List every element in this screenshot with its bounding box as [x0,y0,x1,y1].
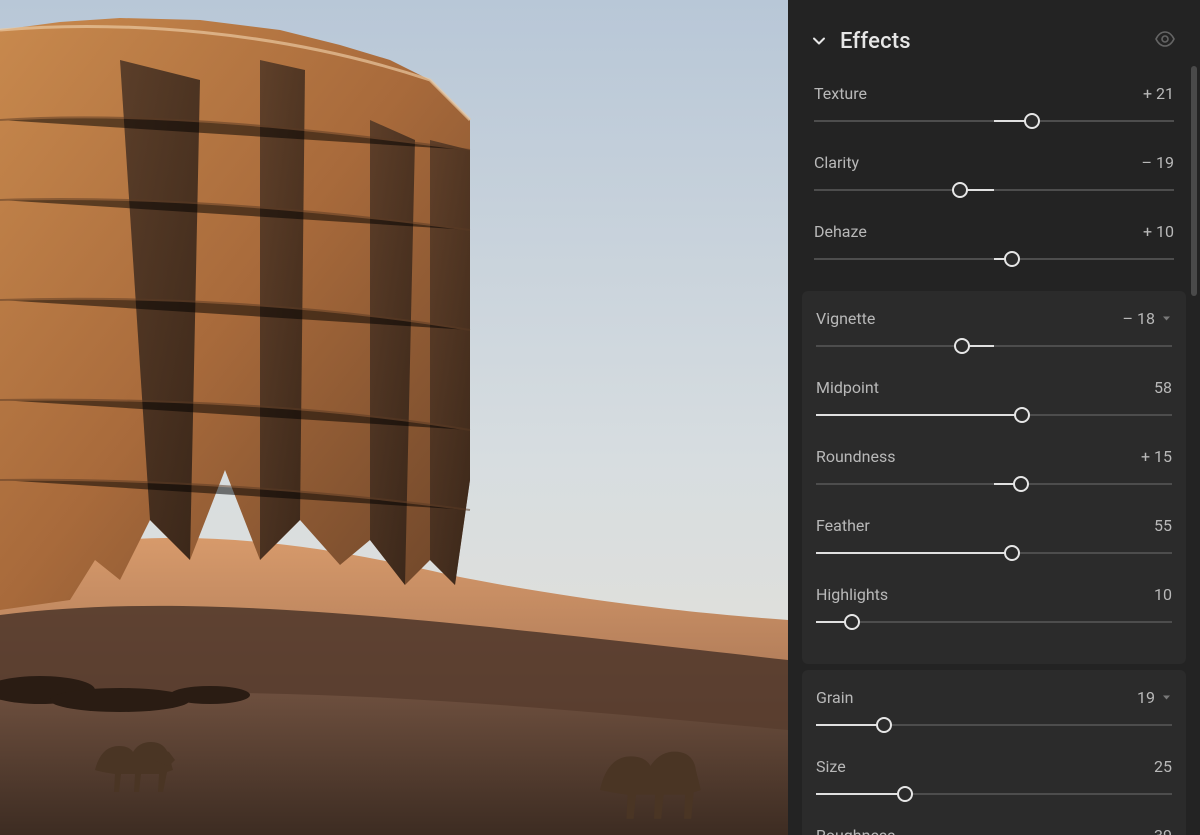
grain-value[interactable]: 19 [1137,688,1172,707]
roundness-slider: Roundness + 15 [812,441,1176,510]
feather-label: Feather [816,516,870,535]
roundness-label: Roundness [816,447,896,466]
texture-thumb[interactable] [1024,113,1040,129]
dehaze-thumb[interactable] [1004,251,1020,267]
highlights-track[interactable] [816,614,1172,630]
grain-slider: Grain 19 [812,682,1176,751]
highlights-slider: Highlights 10 [812,579,1176,648]
roundness-thumb[interactable] [1013,476,1029,492]
vignette-label: Vignette [816,309,875,328]
dehaze-track[interactable] [814,251,1174,267]
effects-panel-header[interactable]: Effects [788,18,1200,78]
chevron-down-icon [812,34,826,48]
midpoint-label: Midpoint [816,378,879,397]
feather-value[interactable]: 55 [1154,516,1172,535]
grain-label: Grain [816,688,853,707]
feather-slider: Feather 55 [812,510,1176,579]
feather-thumb[interactable] [1004,545,1020,561]
caret-down-icon[interactable] [1161,313,1172,324]
highlights-thumb[interactable] [844,614,860,630]
feather-track[interactable] [816,545,1172,561]
size-value[interactable]: 25 [1154,757,1172,776]
roundness-track[interactable] [816,476,1172,492]
scrollbar-thumb[interactable] [1191,66,1197,296]
size-label: Size [816,757,846,776]
clarity-slider: Clarity – 19 [810,147,1178,216]
vignette-thumb[interactable] [954,338,970,354]
roughness-label: Roughness [816,826,895,835]
roughness-value[interactable]: 39 [1154,826,1172,835]
grain-thumb[interactable] [876,717,892,733]
midpoint-thumb[interactable] [1014,407,1030,423]
roundness-value[interactable]: + 15 [1141,447,1172,466]
dehaze-slider: Dehaze + 10 [810,216,1178,285]
highlights-label: Highlights [816,585,888,604]
image-canvas[interactable] [0,0,788,835]
size-slider: Size 25 [812,751,1176,820]
vignette-track[interactable] [816,338,1172,354]
clarity-track[interactable] [814,182,1174,198]
visibility-toggle-icon[interactable] [1154,28,1176,54]
midpoint-track[interactable] [816,407,1172,423]
texture-slider: Texture + 21 [810,78,1178,147]
size-thumb[interactable] [897,786,913,802]
clarity-label: Clarity [814,153,859,172]
roughness-slider: Roughness 39 [812,820,1176,835]
size-track[interactable] [816,786,1172,802]
texture-value[interactable]: + 21 [1143,84,1174,103]
highlights-value[interactable]: 10 [1154,585,1172,604]
midpoint-value[interactable]: 58 [1154,378,1172,397]
dehaze-value[interactable]: + 10 [1143,222,1174,241]
panel-title: Effects [840,29,911,54]
clarity-thumb[interactable] [952,182,968,198]
grain-track[interactable] [816,717,1172,733]
midpoint-slider: Midpoint 58 [812,372,1176,441]
caret-down-icon[interactable] [1161,692,1172,703]
effects-panel: Effects Texture + 21 Clarity – 19 Dehaze + 10… [788,0,1200,835]
dehaze-label: Dehaze [814,222,867,241]
texture-track[interactable] [814,113,1174,129]
clarity-value[interactable]: – 19 [1142,153,1174,172]
texture-label: Texture [814,84,867,103]
vignette-slider: Vignette – 18 [812,303,1176,372]
vignette-value[interactable]: – 18 [1123,309,1172,328]
